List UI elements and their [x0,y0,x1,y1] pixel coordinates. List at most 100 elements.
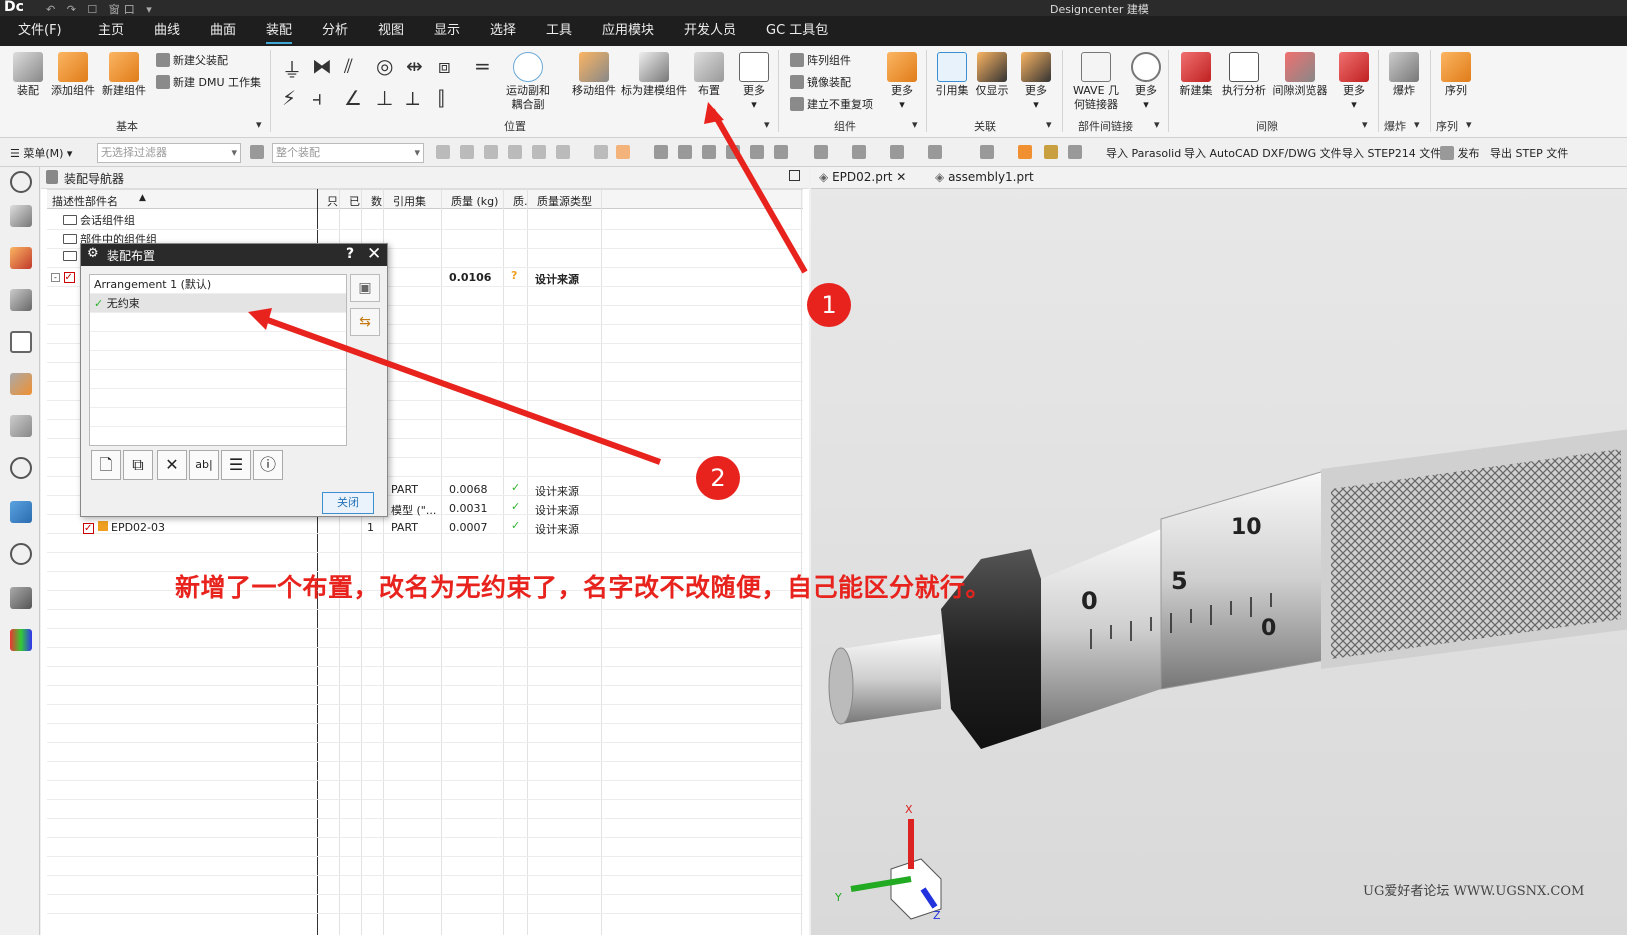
history-icon[interactable] [10,543,32,565]
show-only-button[interactable]: 仅显示 [972,52,1012,98]
col-mass-flag[interactable]: 质. [513,193,528,209]
center-constraint-icon[interactable]: ⫞ [312,86,322,110]
arrangement-item-default[interactable]: Arrangement 1 (默认) [90,275,346,294]
properties-button[interactable]: ⇆ [350,308,380,336]
col-reference-set[interactable]: 引用集 [393,193,426,209]
run-analysis-button[interactable]: 执行分析 [1218,52,1270,98]
motion-pair-button[interactable]: 运动副和 耦合副 [500,52,556,112]
pan-icon[interactable] [678,145,692,159]
menu-assembly[interactable]: 装配 [266,22,293,44]
shaded-icon[interactable] [852,145,866,159]
new-component-button[interactable]: 新建组件 [100,52,148,98]
association-more-button[interactable]: 更多 ▾ [1016,52,1056,112]
maximize-icon[interactable] [789,170,800,181]
assembly-navigator-icon[interactable] [10,247,32,269]
publish-link[interactable]: 发布 [1440,145,1480,161]
position-more-button[interactable]: 更多 ▾ [734,52,774,112]
group-position-expand-icon[interactable]: ▾ [764,118,770,131]
arrangement-button[interactable]: 布置 [692,52,726,98]
tree-item-session-groups[interactable]: 会话组件组 [63,212,135,228]
menu-surface[interactable]: 曲面 [210,22,236,44]
import-autocad-link[interactable]: 导入 AutoCAD DXF/DWG 文件 [1184,145,1342,161]
constraint-navigator-icon[interactable] [10,289,32,311]
brush-icon[interactable] [1044,145,1058,159]
menu-curve[interactable]: 曲线 [154,22,180,44]
settings-icon[interactable] [10,171,32,193]
menu-gc-toolkit[interactable]: GC 工具包 [766,22,828,44]
hd3d-icon[interactable] [10,373,32,395]
edit-icon[interactable] [1068,145,1082,159]
layer-icon[interactable] [928,145,942,159]
set-default-button[interactable]: ▣ [350,274,380,302]
clearance-more-button[interactable]: 更多 ▾ [1334,52,1374,112]
orient-icon[interactable] [890,145,904,159]
tab-epd02[interactable]: ◈ EPD02.prt ✕ [819,170,906,184]
globe-icon[interactable] [10,501,32,523]
tree-item-root[interactable]: - ✓ [51,270,75,283]
work-part-icon[interactable] [980,145,994,159]
angle-constraint-icon[interactable]: ∠ [344,86,362,110]
col-loaded[interactable]: 已 [349,193,360,209]
sort-ascending-icon[interactable]: ▲ [139,193,146,203]
touch-constraint-icon[interactable]: ⟂ [406,86,419,110]
col-mass-source[interactable]: 质量源类型 [537,193,592,209]
close-button[interactable]: 关闭 [322,492,374,514]
display-part-icon[interactable] [1018,145,1032,159]
group-components-expand-icon[interactable]: ▾ [912,118,918,131]
menu-view[interactable]: 视图 [378,22,404,44]
properties-list-button[interactable]: ☰ [221,450,251,480]
graphics-window[interactable]: ◈ EPD02.prt ✕ ◈ assembly1.prt 0 5 10 0 X… [811,167,1627,935]
selection-scope-dropdown[interactable]: 整个装配 [272,143,424,163]
add-component-button[interactable]: 添加组件 [48,52,98,98]
snap-icon[interactable] [532,145,546,159]
tree-item-epd02-03[interactable]: ✓ EPD02-03 [83,521,165,534]
selection-filter-dropdown[interactable]: 无选择过滤器 [97,143,241,163]
filter-icon[interactable] [250,145,264,159]
checkbox-icon[interactable]: ✓ [63,272,75,283]
mark-modeling-button[interactable]: 标为建模组件 [620,52,688,98]
snap-active-icon[interactable] [616,145,630,159]
snap-icon[interactable] [484,145,498,159]
fit-constraint-icon[interactable]: ⧈ [438,54,451,78]
explode-button[interactable]: 爆炸 [1386,52,1422,98]
align-constraint-icon[interactable]: ⧓ [312,54,332,78]
new-arrangement-button[interactable]: 🗋 [91,450,121,480]
mirror-assembly-button[interactable]: 镜像装配 [790,74,851,90]
snap-icon[interactable] [460,145,474,159]
nonrepeat-button[interactable]: 建立不重复项 [790,96,873,112]
col-readonly[interactable]: 只 [327,193,338,209]
array-component-button[interactable]: 阵列组件 [790,52,851,68]
col-name[interactable]: 描述性部件名 [52,193,118,209]
import-parasolid-link[interactable]: 导入 Parasolid [1106,145,1181,161]
close-icon[interactable]: ✕ [367,244,381,264]
arrangement-item-unconstrained[interactable]: ✓ 无约束 [90,294,346,313]
tools-icon[interactable] [10,587,32,609]
reuse-library-icon[interactable] [10,331,32,353]
new-dmu-button[interactable]: 新建 DMU 工作集 [156,74,261,90]
info-icon[interactable] [10,457,32,479]
snap-icon[interactable] [508,145,522,159]
ground-constraint-icon[interactable]: ⏚ [282,54,302,83]
reference-set-button[interactable]: 引用集 [934,52,970,98]
equal-constraint-icon[interactable]: = [474,54,491,78]
select-icon[interactable] [436,145,450,159]
snap-icon[interactable] [594,145,608,159]
menu-home[interactable]: 主页 [98,22,124,44]
fix-constraint-icon[interactable]: ⫿ [438,86,444,110]
quick-access-toolbar[interactable]: ↶ ↷ ☐ 窗口 ▾ [46,1,156,17]
tab-assembly1[interactable]: ◈ assembly1.prt [935,170,1034,184]
bond-constraint-icon[interactable]: ⚡ [282,86,296,110]
col-mass[interactable]: 质量 (kg) [451,193,498,209]
assembly-button[interactable]: 装配 [8,52,48,98]
view-icon[interactable] [750,145,764,159]
zoom-icon[interactable] [654,145,668,159]
render-style-icon[interactable] [814,145,828,159]
menu-developer[interactable]: 开发人员 [684,22,736,44]
tree-item-folder[interactable] [63,250,80,263]
tab-close-icon[interactable]: ✕ [896,170,906,184]
group-interpart-expand-icon[interactable]: ▾ [1154,118,1160,131]
information-button[interactable]: ⓘ [253,450,283,480]
menu-analysis[interactable]: 分析 [322,22,348,44]
rotate-icon[interactable] [702,145,716,159]
parallel-constraint-icon[interactable]: ⫽ [344,54,353,78]
